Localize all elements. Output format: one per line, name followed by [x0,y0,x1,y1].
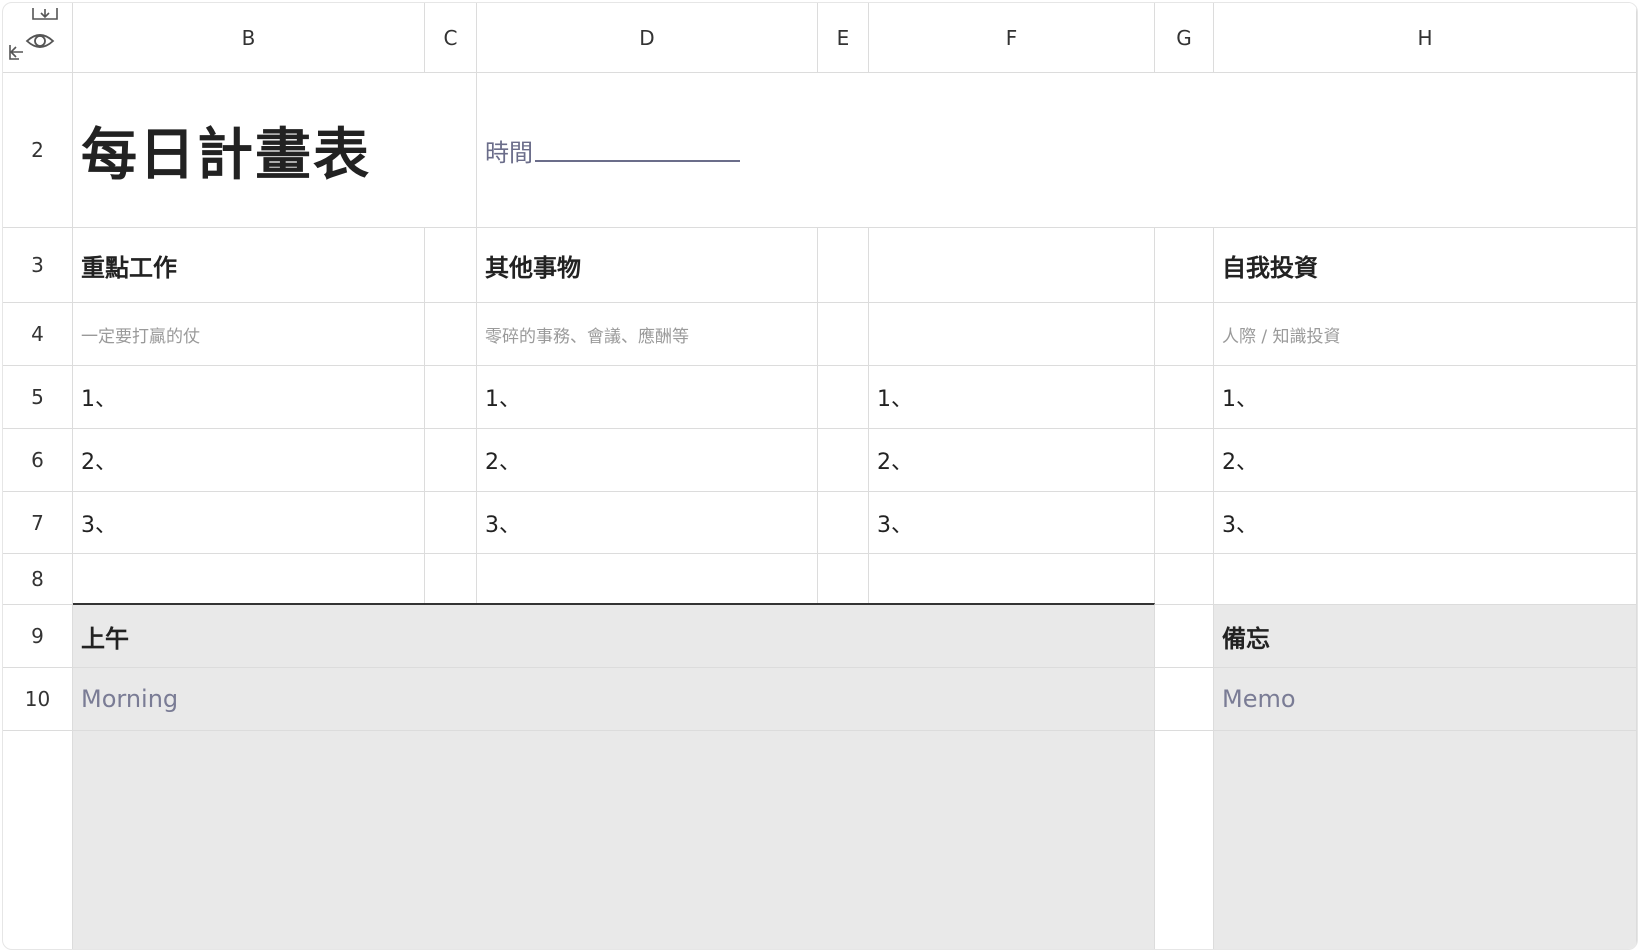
cell-d4[interactable]: 零碎的事務、會議、應酬等 [477,303,818,366]
cell-d3[interactable]: 其他事物 [477,228,818,303]
cell-h7[interactable]: 3、 [1214,492,1637,554]
list-item: 2、 [1222,450,1258,475]
cell-g7[interactable] [1155,492,1214,554]
cell-c7[interactable] [425,492,477,554]
cell-e4[interactable] [818,303,869,366]
cell-d8[interactable] [477,554,818,605]
cell-b10-morning[interactable]: Morning [73,668,1155,731]
cell-d7[interactable]: 3、 [477,492,818,554]
cell-c3[interactable] [425,228,477,303]
column-header-h[interactable]: H [1214,3,1637,73]
cell-h6[interactable]: 2、 [1214,429,1637,492]
page-title: 每日計畫表 [81,122,371,188]
cell-b4[interactable]: 一定要打贏的仗 [73,303,425,366]
eye-icon[interactable] [7,7,67,67]
cell-c8[interactable] [425,554,477,605]
cell-h5[interactable]: 1、 [1214,366,1637,429]
list-item: 2、 [81,450,117,475]
hint-self-investment: 人際 / 知識投資 [1222,326,1341,347]
cell-e3[interactable] [818,228,869,303]
cell-e7[interactable] [818,492,869,554]
cell-f8[interactable] [869,554,1155,605]
list-item: 2、 [485,450,521,475]
list-item: 3、 [485,512,521,538]
column-header-g[interactable]: G [1155,3,1214,73]
hint-key-work: 一定要打贏的仗 [81,326,200,347]
spreadsheet: B C D E F G H 2 3 4 5 6 7 8 9 10 每日計畫表 時… [2,2,1638,950]
cell-f7[interactable]: 3、 [869,492,1155,554]
list-item: 1、 [1222,387,1258,412]
time-underline [535,138,740,162]
cell-g10[interactable] [1155,668,1214,731]
column-header-f[interactable]: F [869,3,1155,73]
cell-g11[interactable] [1155,731,1214,949]
row-header-7[interactable]: 7 [3,492,73,554]
cell-b11-morning-area[interactable] [73,731,1155,949]
cell-e6[interactable] [818,429,869,492]
cell-e8[interactable] [818,554,869,605]
section-other-matters: 其他事物 [485,253,581,282]
cell-g5[interactable] [1155,366,1214,429]
cell-h8[interactable] [1214,554,1637,605]
cell-b3[interactable]: 重點工作 [73,228,425,303]
cell-g6[interactable] [1155,429,1214,492]
cell-h9-memo-header[interactable]: 備忘 [1214,605,1637,668]
row-header-3[interactable]: 3 [3,228,73,303]
cell-b2-title[interactable]: 每日計畫表 [73,73,477,228]
cell-c6[interactable] [425,429,477,492]
row-header-6[interactable]: 6 [3,429,73,492]
row-header-9[interactable]: 9 [3,605,73,668]
column-header-b[interactable]: B [73,3,425,73]
list-item: 3、 [81,512,117,538]
list-item: 2、 [877,450,913,475]
select-all-corner[interactable] [3,3,73,73]
cell-d6[interactable]: 2、 [477,429,818,492]
cell-b7[interactable]: 3、 [73,492,425,554]
row-header-11[interactable] [3,731,73,949]
row-header-4[interactable]: 4 [3,303,73,366]
row-header-5[interactable]: 5 [3,366,73,429]
list-item: 3、 [1222,512,1258,538]
column-header-e[interactable]: E [818,3,869,73]
section-memo: 備忘 [1222,624,1270,653]
cell-c4[interactable] [425,303,477,366]
memo-label: Memo [1222,685,1296,713]
column-header-c[interactable]: C [425,3,477,73]
cell-g9[interactable] [1155,605,1214,668]
column-header-d[interactable]: D [477,3,818,73]
cell-h11-memo-area[interactable] [1214,731,1637,949]
list-item: 3、 [877,512,913,538]
cell-h10-memo[interactable]: Memo [1214,668,1637,731]
section-self-investment: 自我投資 [1222,253,1318,282]
cell-d5[interactable]: 1、 [477,366,818,429]
section-key-work: 重點工作 [81,253,177,282]
row-header-2[interactable]: 2 [3,73,73,228]
cell-f5[interactable]: 1、 [869,366,1155,429]
cell-f6[interactable]: 2、 [869,429,1155,492]
cell-g4[interactable] [1155,303,1214,366]
cell-e5[interactable] [818,366,869,429]
cell-b5[interactable]: 1、 [73,366,425,429]
cell-g8[interactable] [1155,554,1214,605]
cell-g3[interactable] [1155,228,1214,303]
hint-other-matters: 零碎的事務、會議、應酬等 [485,326,689,347]
list-item: 1、 [81,387,117,412]
cell-b8[interactable] [73,554,425,605]
row-header-10[interactable]: 10 [3,668,73,731]
list-item: 1、 [877,387,913,412]
cell-h3[interactable]: 自我投資 [1214,228,1637,303]
section-morning: 上午 [81,624,129,653]
cell-c5[interactable] [425,366,477,429]
cell-f4[interactable] [869,303,1155,366]
morning-label: Morning [81,685,179,713]
list-item: 1、 [485,387,521,412]
time-label: 時間 [485,138,533,167]
cell-d2-time[interactable]: 時間 [477,73,1637,228]
row-header-8[interactable]: 8 [3,554,73,605]
cell-f3[interactable] [869,228,1155,303]
cell-b9-morning-header[interactable]: 上午 [73,603,1155,668]
cell-h4[interactable]: 人際 / 知識投資 [1214,303,1637,366]
cell-b6[interactable]: 2、 [73,429,425,492]
